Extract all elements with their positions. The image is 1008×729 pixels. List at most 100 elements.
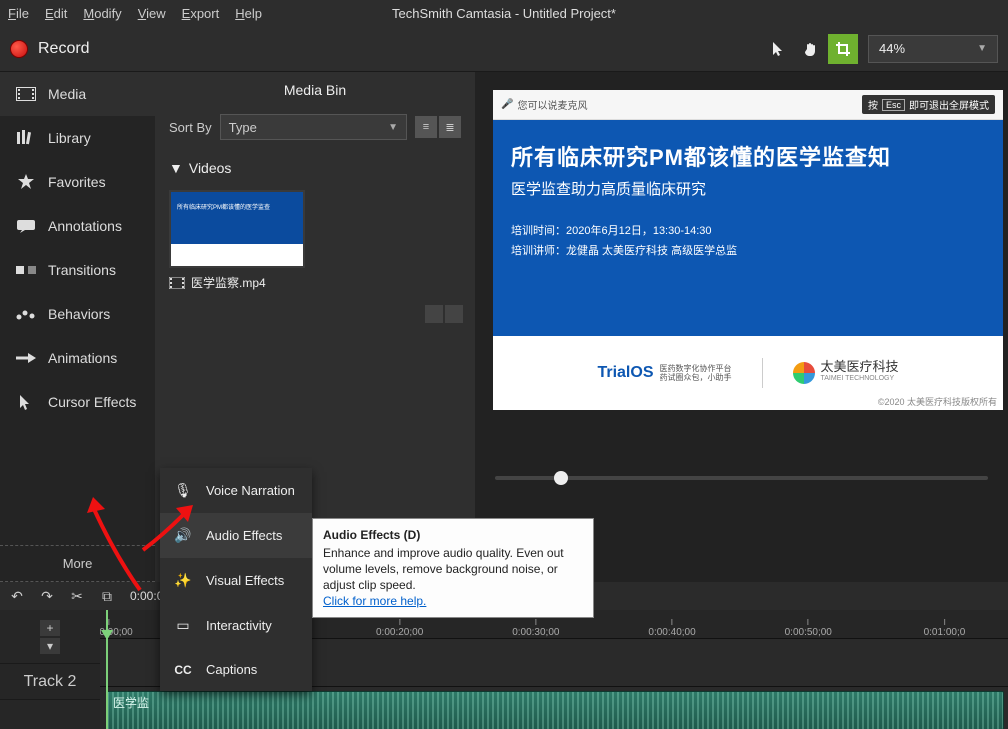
- sidebar-item-media[interactable]: Media: [0, 72, 155, 116]
- canvas-area: 🎤 您可以说麦克风 按 Esc 即可退出全屏模式 所有临床研究PM都该懂的医学监…: [475, 72, 1008, 582]
- preview-scrubber[interactable]: [495, 476, 988, 480]
- cursor-effects-icon: [16, 394, 36, 410]
- preview-canvas[interactable]: 🎤 您可以说麦克风 按 Esc 即可退出全屏模式 所有临床研究PM都该懂的医学监…: [493, 90, 1003, 410]
- microphone-icon: 🎙: [172, 482, 194, 499]
- view-toggle[interactable]: [425, 305, 463, 323]
- more-popup: 🎙 Voice Narration 🔊 Audio Effects ✨ Visu…: [160, 468, 312, 691]
- sidebar-item-label: Media: [48, 86, 86, 102]
- copyright: ©2020 太美医疗科技版权所有: [878, 395, 997, 408]
- sidebar-item-behaviors[interactable]: Behaviors: [0, 292, 155, 336]
- esc-key-icon: Esc: [882, 99, 905, 111]
- sidebar: Media Library Favorites Annotations Tran…: [0, 72, 155, 582]
- menu-edit[interactable]: Edit: [45, 6, 67, 21]
- wand-icon: ✨: [172, 572, 194, 589]
- waveform: [107, 692, 1003, 729]
- list-view-icon[interactable]: [445, 305, 463, 323]
- cursor-tool[interactable]: [764, 34, 794, 64]
- slide-subtitle: 医学监查助力高质量临床研究: [511, 178, 985, 199]
- menu-modify[interactable]: Modify: [83, 6, 121, 21]
- annotations-icon: [16, 218, 36, 234]
- sort-label: Sort By: [169, 120, 212, 135]
- record-icon: [10, 40, 28, 58]
- popup-label: Audio Effects: [206, 528, 282, 543]
- track-header-2[interactable]: Track 2: [0, 664, 100, 700]
- window-title: TechSmith Camtasia - Untitled Project*: [392, 6, 616, 21]
- popup-interactivity[interactable]: ▭ Interactivity: [160, 603, 312, 648]
- crop-tool[interactable]: [828, 34, 858, 64]
- sidebar-item-library[interactable]: Library: [0, 116, 155, 160]
- popup-voice-narration[interactable]: 🎙 Voice Narration: [160, 468, 312, 513]
- more-button[interactable]: More: [0, 545, 155, 582]
- slide-title: 所有临床研究PM都该懂的医学监查知: [511, 140, 985, 172]
- undo-button[interactable]: ↶: [6, 585, 28, 607]
- hand-tool[interactable]: [796, 34, 826, 64]
- popup-visual-effects[interactable]: ✨ Visual Effects: [160, 558, 312, 603]
- interactivity-icon: ▭: [172, 617, 194, 634]
- media-thumbnail[interactable]: 所有临床研究PM都该懂的医学监查 医学监察.mp4: [169, 190, 305, 291]
- sidebar-item-annotations[interactable]: Annotations: [0, 204, 155, 248]
- filmstrip-icon: [169, 277, 185, 289]
- menu-view[interactable]: View: [138, 6, 166, 21]
- section-videos[interactable]: ▼ Videos: [155, 152, 475, 184]
- ruler-tick: 0:00:20;00: [376, 619, 423, 638]
- thumbnail-image: 所有临床研究PM都该懂的医学监查: [169, 190, 305, 268]
- playhead[interactable]: [106, 610, 108, 729]
- sort-value: Type: [229, 120, 257, 135]
- library-icon: [16, 130, 36, 146]
- fs-pre: 按: [868, 97, 878, 112]
- tooltip-title: Audio Effects (D): [323, 527, 583, 543]
- chevron-down-icon: ▼: [169, 160, 183, 176]
- sidebar-item-label: Transitions: [48, 262, 116, 278]
- star-icon: [16, 174, 36, 190]
- slide-meta-time: 培训时间：2020年6月12日，13:30-14:30: [511, 221, 985, 241]
- popup-label: Visual Effects: [206, 573, 284, 588]
- taimei-logo-icon: [793, 362, 815, 384]
- menu-export[interactable]: Export: [182, 6, 220, 21]
- mic-icon: 🎤: [501, 99, 513, 110]
- popup-label: Voice Narration: [206, 483, 295, 498]
- clip-label: 医学监: [113, 694, 149, 711]
- zoom-value: 44%: [879, 41, 905, 56]
- timeline-track-2[interactable]: 医学监: [100, 686, 1008, 729]
- timeline-track-headers: + ▾ Track 2: [0, 610, 100, 729]
- copy-button[interactable]: ⧉: [96, 585, 118, 607]
- brand-trialos: TrialOS 医药数字化协作平台 药试圈众包，小助手: [597, 364, 731, 382]
- sort-ascending-icon[interactable]: ≡: [415, 116, 437, 138]
- popup-audio-effects[interactable]: 🔊 Audio Effects: [160, 513, 312, 558]
- scrubber-knob[interactable]: [554, 471, 568, 485]
- grid-view-icon[interactable]: [425, 305, 443, 323]
- transitions-icon: [16, 262, 36, 278]
- record-label: Record: [38, 40, 90, 58]
- sidebar-item-cursor-effects[interactable]: Cursor Effects: [0, 380, 155, 424]
- behaviors-icon: [16, 306, 36, 322]
- clip-filename: 医学监察.mp4: [191, 274, 266, 291]
- brand-taimei: 太美医疗科技 TAIMEI TECHNOLOGY: [793, 361, 899, 385]
- panel-title: Media Bin: [155, 72, 475, 108]
- sort-select[interactable]: Type ▼: [220, 114, 407, 140]
- sort-descending-icon[interactable]: ≣: [439, 116, 461, 138]
- ruler-tick: 0:01:00;0: [924, 619, 966, 638]
- popup-captions[interactable]: CC Captions: [160, 648, 312, 691]
- ruler-tick: 0:00:50;00: [785, 619, 832, 638]
- popup-label: Interactivity: [206, 618, 272, 633]
- sidebar-item-favorites[interactable]: Favorites: [0, 160, 155, 204]
- tooltip-help-link[interactable]: Click for more help.: [323, 594, 426, 608]
- zoom-select[interactable]: 44% ▼: [868, 35, 998, 63]
- sidebar-item-transitions[interactable]: Transitions: [0, 248, 155, 292]
- cut-button[interactable]: ✂: [66, 585, 88, 607]
- tooltip-body: Enhance and improve audio quality. Even …: [323, 546, 564, 592]
- menu-file[interactable]: File: [8, 6, 29, 21]
- sidebar-item-label: Favorites: [48, 174, 106, 190]
- timeline-clip[interactable]: 医学监: [106, 691, 1004, 729]
- sidebar-item-animations[interactable]: Animations: [0, 336, 155, 380]
- sidebar-item-label: Animations: [48, 350, 117, 366]
- captions-icon: CC: [172, 663, 194, 677]
- animations-icon: [16, 350, 36, 366]
- menu-help[interactable]: Help: [235, 6, 262, 21]
- ruler-tick: 0:00:40;00: [648, 619, 695, 638]
- track-options-button[interactable]: ▾: [40, 638, 60, 654]
- sidebar-item-label: Library: [48, 130, 91, 146]
- redo-button[interactable]: ↷: [36, 585, 58, 607]
- record-button[interactable]: Record: [10, 40, 90, 58]
- add-track-button[interactable]: +: [40, 620, 60, 636]
